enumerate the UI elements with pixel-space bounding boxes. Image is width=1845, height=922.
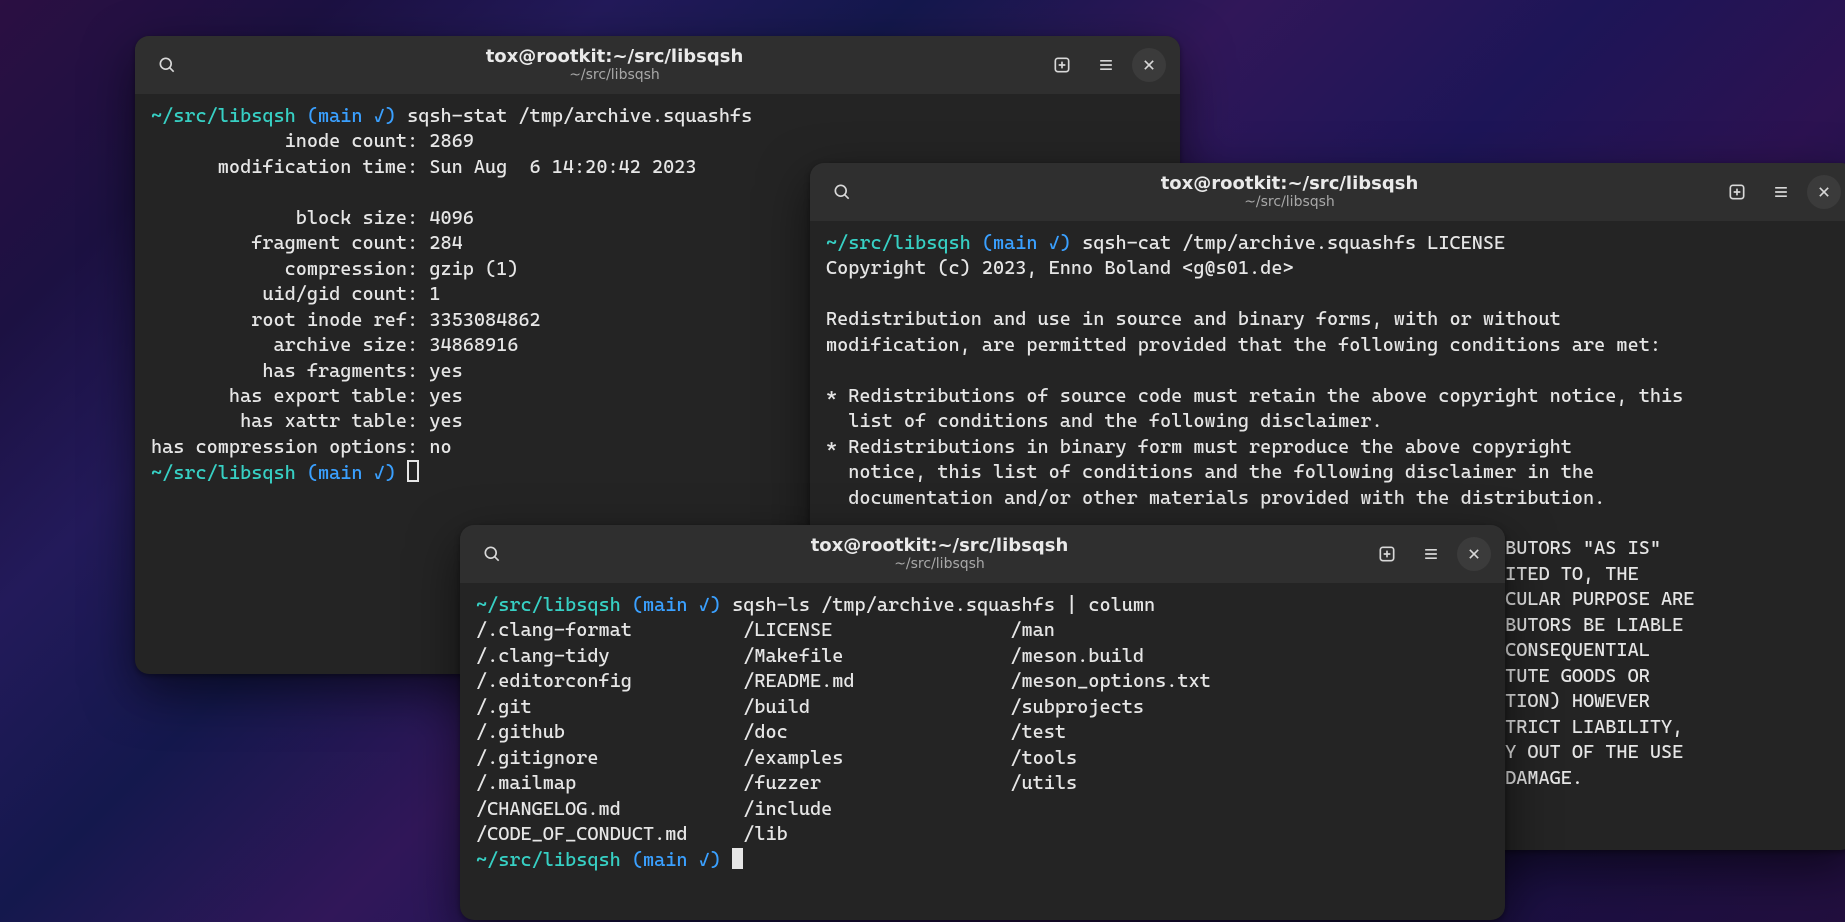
output-line: list of conditions and the following dis… — [826, 409, 1839, 434]
output-line: Copyright (c) 2023, Enno Boland <g@s01.d… — [826, 256, 1839, 281]
title-sub: ~/src/libsqsh — [894, 556, 985, 572]
ls-row: /.git /build /subprojects — [476, 695, 1489, 720]
desktop-stage: tox@rootkit:~/src/libsqsh ~/src/libsqsh … — [0, 0, 1845, 922]
titlebar[interactable]: tox@rootkit:~/src/libsqsh ~/src/libsqsh — [460, 525, 1505, 583]
title-sub: ~/src/libsqsh — [569, 67, 660, 83]
title-main: tox@rootkit:~/src/libsqsh — [811, 536, 1069, 557]
terminal-window-ls[interactable]: tox@rootkit:~/src/libsqsh ~/src/libsqsh … — [460, 525, 1505, 920]
title-main: tox@rootkit:~/src/libsqsh — [1161, 174, 1419, 195]
output-line: * Redistributions of source code must re… — [826, 384, 1839, 409]
ls-row: /.gitignore /examples /tools — [476, 746, 1489, 771]
window-title: tox@rootkit:~/src/libsqsh ~/src/libsqsh — [518, 536, 1361, 573]
ls-row: /CHANGELOG.md /include — [476, 797, 1489, 822]
ls-row: /.clang-format /LICENSE /man — [476, 618, 1489, 643]
output-line: modification, are permitted provided tha… — [826, 333, 1839, 358]
output-line — [826, 358, 1839, 383]
title-main: tox@rootkit:~/src/libsqsh — [486, 47, 744, 68]
terminal-content[interactable]: ~/src/libsqsh (main ✓) sqsh-ls /tmp/arch… — [460, 583, 1505, 887]
window-title: tox@rootkit:~/src/libsqsh ~/src/libsqsh — [193, 47, 1036, 84]
output-line: notice, this list of conditions and the … — [826, 460, 1839, 485]
titlebar[interactable]: tox@rootkit:~/src/libsqsh ~/src/libsqsh — [135, 36, 1180, 94]
close-icon[interactable] — [1807, 175, 1841, 209]
close-icon[interactable] — [1457, 537, 1491, 571]
output-line: * Redistributions in binary form must re… — [826, 435, 1839, 460]
ls-row: /.editorconfig /README.md /meson_options… — [476, 669, 1489, 694]
output-line — [826, 282, 1839, 307]
menu-icon[interactable] — [1088, 47, 1124, 83]
cursor — [407, 460, 419, 482]
new-tab-icon[interactable] — [1044, 47, 1080, 83]
ls-row: /.mailmap /fuzzer /utils — [476, 771, 1489, 796]
menu-icon[interactable] — [1763, 174, 1799, 210]
window-title: tox@rootkit:~/src/libsqsh ~/src/libsqsh — [868, 174, 1711, 211]
ls-row: /.clang-tidy /Makefile /meson.build — [476, 644, 1489, 669]
search-icon[interactable] — [149, 47, 185, 83]
ls-row: /CODE_OF_CONDUCT.md /lib — [476, 822, 1489, 847]
search-icon[interactable] — [474, 536, 510, 572]
output-line: documentation and/or other materials pro… — [826, 486, 1839, 511]
cursor — [732, 848, 743, 869]
search-icon[interactable] — [824, 174, 860, 210]
new-tab-icon[interactable] — [1719, 174, 1755, 210]
stat-row: inode count: 2869 — [151, 129, 1164, 154]
close-icon[interactable] — [1132, 48, 1166, 82]
title-sub: ~/src/libsqsh — [1244, 194, 1335, 210]
menu-icon[interactable] — [1413, 536, 1449, 572]
ls-row: /.github /doc /test — [476, 720, 1489, 745]
titlebar[interactable]: tox@rootkit:~/src/libsqsh ~/src/libsqsh — [810, 163, 1845, 221]
output-line: Redistribution and use in source and bin… — [826, 307, 1839, 332]
new-tab-icon[interactable] — [1369, 536, 1405, 572]
